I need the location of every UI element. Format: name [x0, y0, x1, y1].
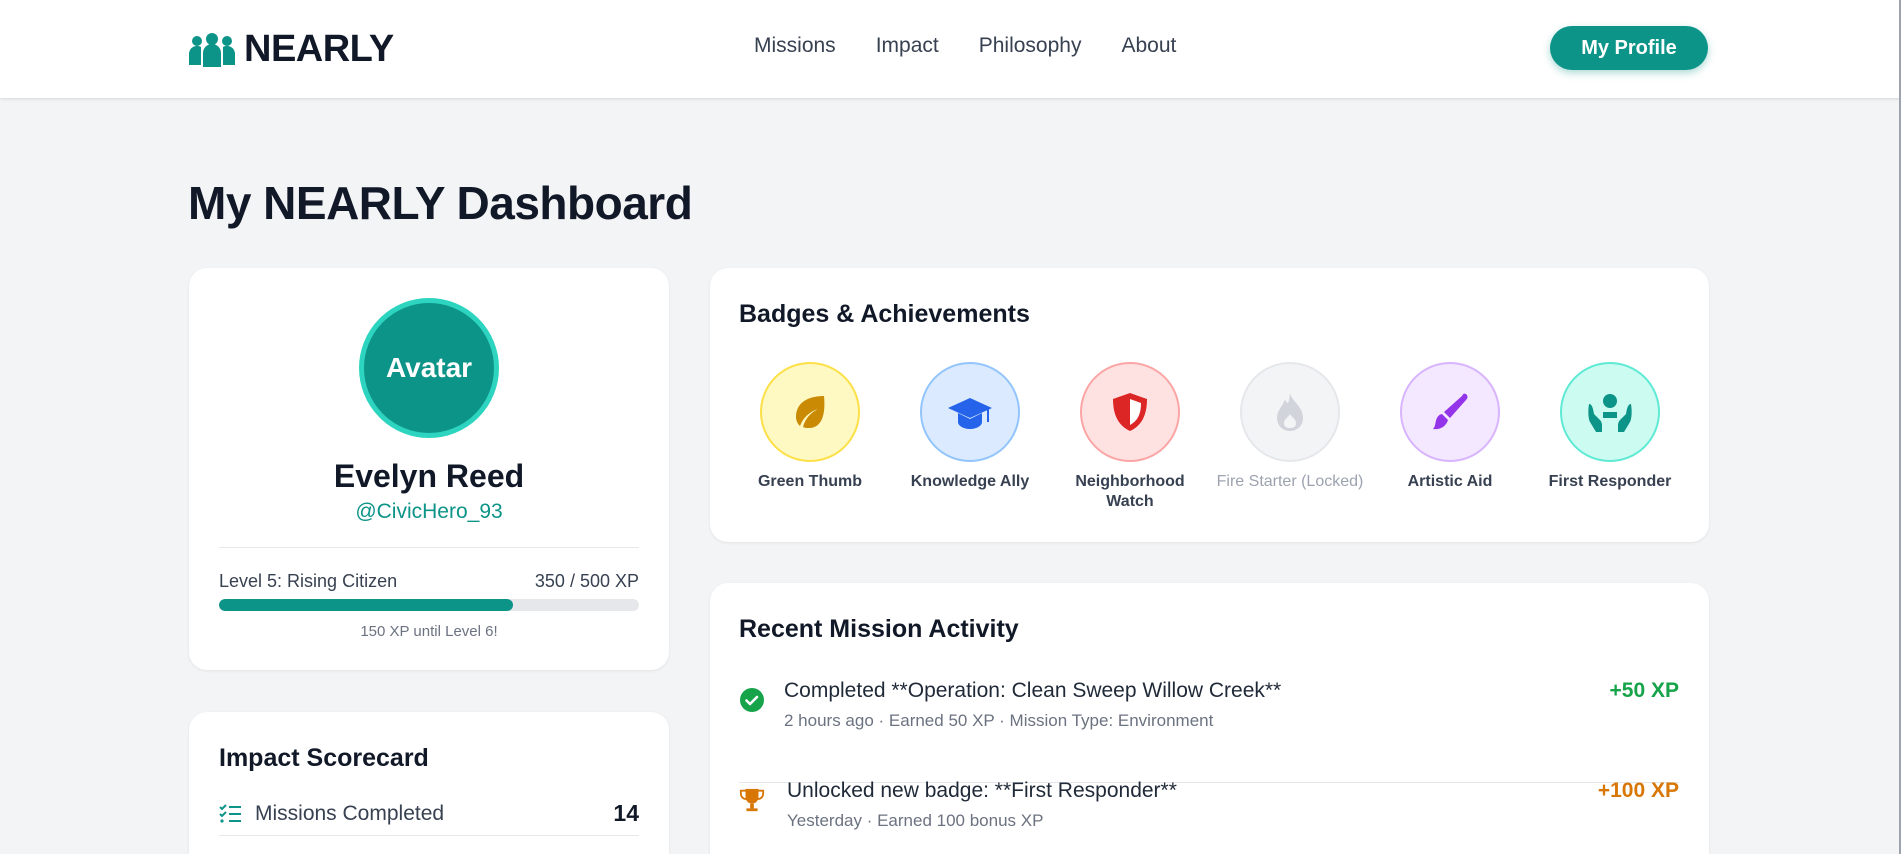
divider — [219, 547, 639, 548]
activity-item[interactable]: Unlocked new badge: **First Responder** … — [739, 779, 1679, 854]
badges-title: Badges & Achievements — [739, 300, 1030, 328]
scorecard-row: Missions Completed 14 — [219, 792, 639, 836]
xp-until-next-level: 150 XP until Level 6! — [360, 623, 498, 640]
badge-icon-circle — [1080, 362, 1180, 462]
nav-link-missions[interactable]: Missions — [754, 34, 836, 58]
page-title: My NEARLY Dashboard — [188, 177, 693, 229]
impact-scorecard-card: Impact Scorecard Missions Completed 14 — [189, 712, 669, 854]
shield-icon — [1113, 393, 1147, 431]
badge-label: Neighborhood Watch — [1075, 473, 1185, 510]
xp-label: 350 / 500 XP — [534, 571, 639, 591]
graduation-cap-icon — [948, 398, 992, 429]
profile-name: Evelyn Reed — [333, 458, 525, 494]
profile-handle: @CivicHero_93 — [355, 500, 503, 523]
flame-icon — [1277, 393, 1303, 431]
badge-neighborhood-watch[interactable]: Neighborhood Watch — [1050, 362, 1210, 512]
scorecard-title: Impact Scorecard — [219, 744, 429, 772]
xp-progress-bar — [219, 599, 639, 611]
activity-title-text: Completed **Operation: Clean Sweep Willo… — [784, 679, 1282, 702]
badge-icon-circle — [1560, 362, 1660, 462]
avatar[interactable]: Avatar — [359, 298, 499, 438]
leaf-icon — [796, 396, 825, 428]
main-nav: Missions Impact Philosophy About — [754, 34, 1176, 58]
activity-title-text: Unlocked new badge: **First Responder** — [787, 779, 1177, 802]
badge-icon-circle — [1240, 362, 1340, 462]
badge-first-responder[interactable]: First Responder — [1530, 362, 1690, 492]
paintbrush-icon — [1433, 393, 1468, 430]
scorecard-value: 14 — [613, 800, 639, 826]
nav-link-philosophy[interactable]: Philosophy — [979, 34, 1082, 58]
logo[interactable]: NEARLY — [188, 28, 394, 71]
activity-card: Recent Mission Activity Completed **Oper… — [710, 583, 1709, 854]
activity-title: Recent Mission Activity — [739, 615, 1019, 643]
activity-meta: 2 hours ago · Earned 50 XP · Mission Typ… — [784, 711, 1214, 730]
badge-label: Knowledge Ally — [910, 473, 1030, 490]
badge-knowledge-ally[interactable]: Knowledge Ally — [890, 362, 1050, 492]
nav-link-impact[interactable]: Impact — [876, 34, 939, 58]
badge-label: Artistic Aid — [1407, 473, 1493, 490]
hands-holding-person-icon — [1588, 394, 1632, 432]
scorecard-label: Missions Completed — [255, 801, 445, 825]
badge-label: First Responder — [1548, 473, 1672, 490]
level-label: Level 5: Rising Citizen — [219, 571, 398, 591]
xp-progress-fill — [219, 599, 513, 611]
badge-icon-circle — [920, 362, 1020, 462]
task-list-icon — [219, 803, 241, 823]
nav-link-about[interactable]: About — [1121, 34, 1176, 58]
activity-meta: Yesterday · Earned 100 bonus XP — [787, 811, 1044, 830]
badge-green-thumb[interactable]: Green Thumb — [730, 362, 890, 492]
check-circle-icon — [740, 688, 764, 712]
activity-xp: +50 XP — [1609, 679, 1679, 702]
my-profile-button[interactable]: My Profile — [1550, 26, 1708, 70]
badge-artistic-aid[interactable]: Artistic Aid — [1370, 362, 1530, 492]
profile-card: Avatar Evelyn Reed @CivicHero_93 Level 5… — [189, 268, 669, 670]
trophy-icon — [739, 788, 765, 812]
badge-icon-circle — [1400, 362, 1500, 462]
badges-card: Badges & Achievements Green Thumb Knowle… — [710, 268, 1709, 542]
badge-icon-circle — [760, 362, 860, 462]
activity-xp: +100 XP — [1597, 779, 1679, 802]
badge-label: Fire Starter (Locked) — [1216, 473, 1364, 490]
badge-label: Green Thumb — [757, 473, 862, 490]
activity-item[interactable]: Completed **Operation: Clean Sweep Willo… — [739, 679, 1679, 783]
badge-fire-starter-locked[interactable]: Fire Starter (Locked) — [1210, 362, 1370, 492]
site-header: NEARLY Missions Impact Philosophy About … — [0, 0, 1901, 98]
logo-text: NEARLY — [244, 28, 394, 70]
people-group-icon — [189, 32, 235, 67]
